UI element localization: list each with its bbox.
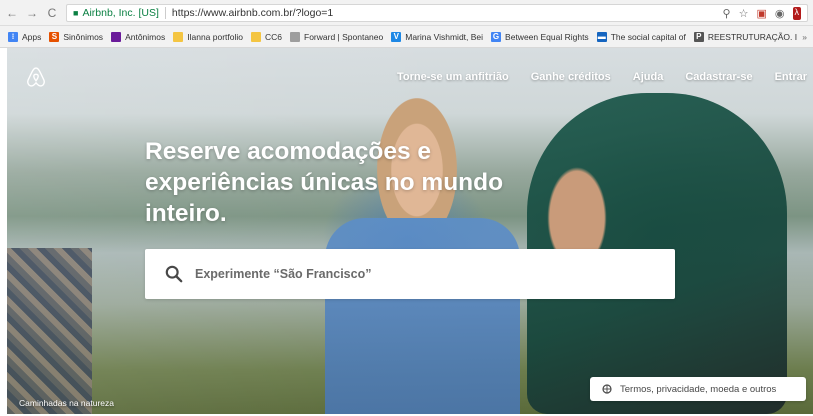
bookmark-item[interactable]: Ilanna portfolio — [173, 31, 243, 42]
footer-links-label: Termos, privacidade, moeda e outros — [620, 383, 777, 395]
nav-host[interactable]: Torne-se um anfitrião — [397, 71, 509, 83]
square-icon — [111, 31, 122, 42]
forward-button[interactable]: → — [24, 6, 40, 20]
bookmark-label: Apps — [22, 31, 42, 42]
v-icon: V — [391, 31, 402, 42]
apps-icon: ⁝ — [8, 31, 18, 42]
search-box[interactable] — [145, 249, 675, 299]
footer-links-button[interactable]: Termos, privacidade, moeda e outros — [590, 377, 806, 401]
pdf-icon[interactable]: λ — [792, 6, 801, 20]
airbnb-logo-icon[interactable] — [25, 66, 47, 88]
photo-caption: Caminhadas na natureza — [19, 398, 114, 408]
bookmark-label: The social capital of — [610, 31, 686, 42]
bookmark-item[interactable]: P REESTRUTURAÇÃO. I — [693, 31, 798, 42]
bookmarks-bar: ⁝ Apps S Sinônimos Antônimos Ilanna portfolio… — [0, 26, 813, 48]
bookmark-label: REESTRUTURAÇÃO. I — [707, 31, 798, 42]
hero-section: Torne-se um anfitrião Ganhe créditos Aju… — [7, 48, 813, 414]
nav-login[interactable]: Entrar — [775, 71, 807, 83]
g-icon: G — [491, 31, 502, 42]
search-icon — [165, 265, 183, 283]
address-separator — [164, 7, 166, 19]
site-identity[interactable]: Airbnb, Inc. [US] — [82, 7, 158, 19]
bookmark-item[interactable]: CC6 — [251, 31, 283, 42]
top-nav: Torne-se um anfitrião Ganhe créditos Aju… — [375, 71, 807, 83]
bookmark-label: Forward | Spontaneo — [304, 31, 384, 42]
bookmark-item[interactable]: G Between Equal Rights — [491, 31, 589, 42]
folder-icon — [251, 31, 261, 42]
bookmark-item[interactable]: ▬ The social capital of — [596, 31, 686, 42]
nav-help[interactable]: Ajuda — [633, 71, 664, 83]
extension-icon[interactable]: ▣ — [756, 7, 766, 20]
bookmark-label: Marina Vishmidt, Bei — [405, 31, 484, 42]
bookmarks-more-button[interactable]: » — [802, 32, 807, 42]
bookmark-label: CC6 — [265, 31, 283, 42]
bookmark-label: Sinônimos — [63, 31, 104, 42]
bookmark-item[interactable]: S Sinônimos — [49, 31, 104, 42]
bookmark-item[interactable]: V Marina Vishmidt, Bei — [391, 31, 484, 42]
nav-signup[interactable]: Cadastrar-se — [685, 71, 752, 83]
hero-person-middle — [325, 218, 520, 414]
bookmark-item[interactable]: Forward | Spontaneo — [290, 31, 384, 42]
pdf-icon: P — [693, 31, 704, 42]
bookmark-item[interactable]: Antônimos — [111, 31, 166, 42]
bookmark-label: Between Equal Rights — [505, 31, 589, 42]
back-button[interactable]: ← — [4, 6, 20, 20]
hero-headline: Reserve acomodações e experiências única… — [145, 138, 504, 227]
camera-icon[interactable]: ◉ — [775, 7, 785, 20]
image-icon: ▬ — [596, 31, 607, 42]
zoom-icon[interactable]: ⚲ — [723, 7, 731, 20]
bookmark-label: Ilanna portfolio — [187, 31, 243, 42]
nav-credits[interactable]: Ganhe créditos — [531, 71, 611, 83]
bookmark-item[interactable]: ⁝ Apps — [8, 31, 42, 42]
lock-icon: ■ — [73, 8, 79, 18]
folder-icon — [173, 31, 184, 42]
address-bar-actions: ⚲ ☆ ▣ ◉ λ — [723, 6, 801, 20]
browser-toolbar: ← → C ■ Airbnb, Inc. [US] https://www.ai… — [0, 0, 813, 26]
page-icon — [290, 31, 301, 42]
address-bar[interactable]: ■ Airbnb, Inc. [US] https://www.airbnb.c… — [66, 4, 808, 22]
url-text[interactable]: https://www.airbnb.com.br/?logo=1 — [172, 7, 333, 19]
star-icon[interactable]: ☆ — [739, 7, 749, 20]
globe-icon — [602, 384, 612, 394]
s-icon: S — [49, 31, 60, 42]
reload-button[interactable]: C — [44, 6, 60, 20]
bookmark-label: Antônimos — [125, 31, 166, 42]
search-input[interactable] — [195, 267, 655, 281]
hero-person-left — [7, 248, 92, 414]
